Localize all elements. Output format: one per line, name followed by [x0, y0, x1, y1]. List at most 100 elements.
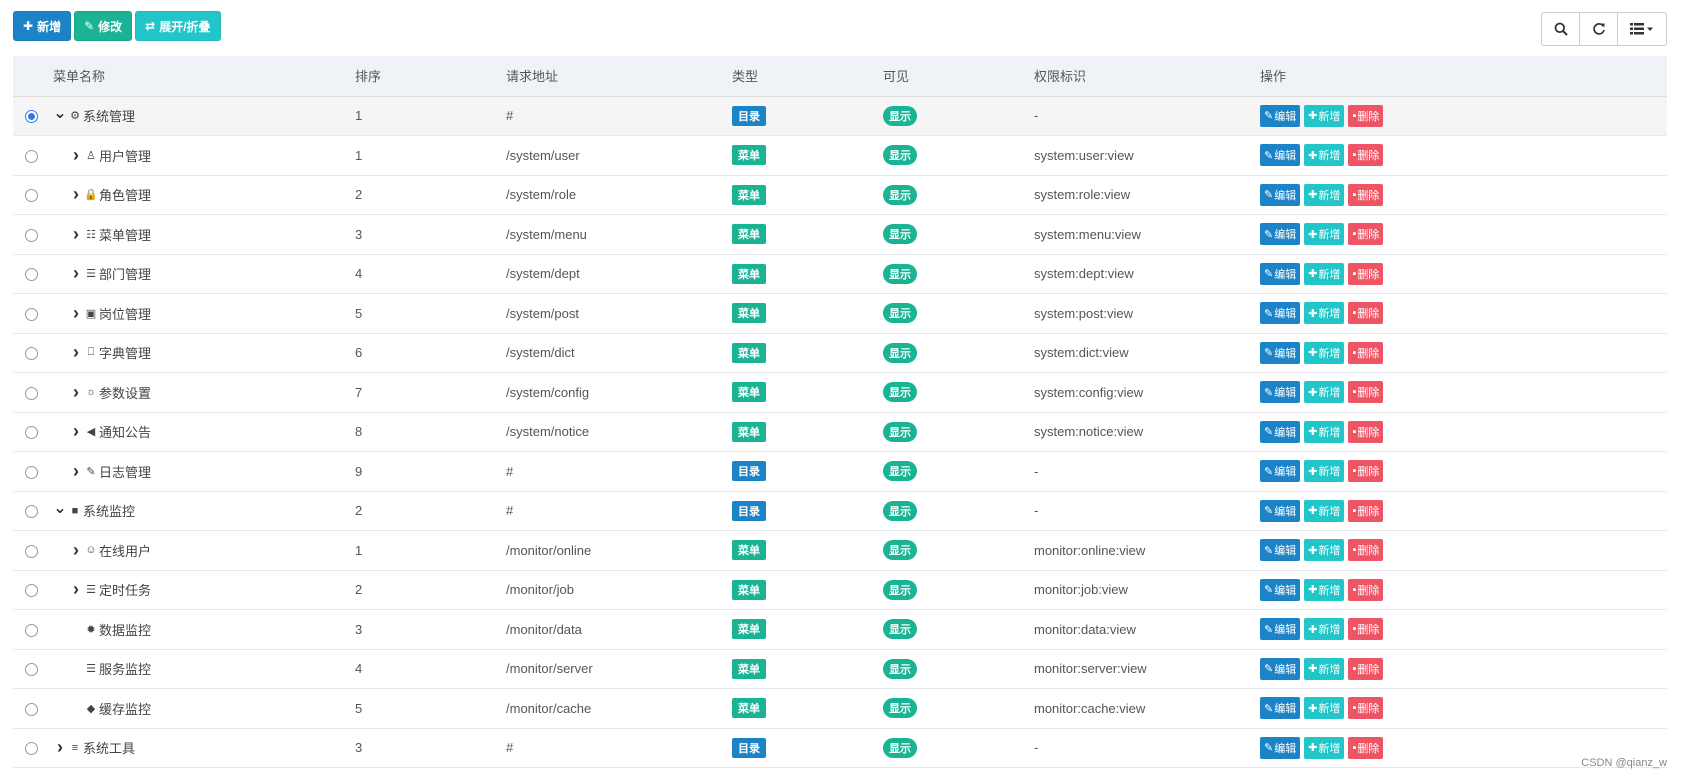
- row-add-button[interactable]: ✚ 新增: [1304, 420, 1345, 443]
- chevron-right-icon[interactable]: ›: [69, 382, 83, 403]
- row-edit-button[interactable]: ✎ 编辑: [1260, 104, 1301, 127]
- chevron-right-icon[interactable]: ›: [69, 461, 83, 482]
- row-delete-button[interactable]: ▪ 删除: [1348, 578, 1384, 601]
- row-delete-button[interactable]: ▪ 删除: [1348, 223, 1384, 246]
- table-row[interactable]: › 🔒 角色管理 2 /system/role 菜单 显示 system:rol…: [13, 175, 1667, 215]
- row-radio[interactable]: [25, 347, 38, 361]
- header-menu-name[interactable]: 菜单名称: [53, 56, 355, 97]
- refresh-button[interactable]: [1580, 13, 1618, 45]
- edit-button[interactable]: ✎ 修改: [74, 11, 133, 41]
- table-row[interactable]: › ☼ 参数设置 7 /system/config 菜单 显示 system:c…: [13, 373, 1667, 412]
- row-delete-button[interactable]: ▪ 删除: [1348, 539, 1384, 562]
- chevron-right-icon[interactable]: ›: [53, 737, 67, 758]
- row-edit-button[interactable]: ✎ 编辑: [1260, 302, 1301, 325]
- row-edit-button[interactable]: ✎ 编辑: [1260, 341, 1301, 364]
- row-radio[interactable]: [25, 702, 38, 716]
- row-edit-button[interactable]: ✎ 编辑: [1260, 657, 1301, 680]
- row-edit-button[interactable]: ✎ 编辑: [1260, 697, 1301, 720]
- row-delete-button[interactable]: ▪ 删除: [1348, 697, 1384, 720]
- table-row[interactable]: ✹ 数据监控 3 /monitor/data 菜单 显示 monitor:dat…: [13, 610, 1667, 649]
- row-radio[interactable]: [25, 505, 38, 519]
- row-radio[interactable]: [25, 663, 38, 677]
- table-row[interactable]: › ♙ 用户管理 1 /system/user 菜单 显示 system:use…: [13, 136, 1667, 175]
- row-delete-button[interactable]: ▪ 删除: [1348, 460, 1384, 483]
- row-add-button[interactable]: ✚ 新增: [1304, 697, 1345, 720]
- row-add-button[interactable]: ✚ 新增: [1304, 618, 1345, 641]
- row-add-button[interactable]: ✚ 新增: [1304, 262, 1345, 285]
- row-delete-button[interactable]: ▪ 删除: [1348, 104, 1384, 127]
- chevron-right-icon[interactable]: ›: [69, 184, 83, 205]
- header-visible[interactable]: 可见: [883, 56, 1034, 97]
- row-delete-button[interactable]: ▪ 删除: [1348, 341, 1384, 364]
- table-row[interactable]: › ◀ 通知公告 8 /system/notice 菜单 显示 system:n…: [13, 412, 1667, 452]
- row-add-button[interactable]: ✚ 新增: [1304, 657, 1345, 680]
- expand-collapse-button[interactable]: ⇄ 展开/折叠: [135, 11, 221, 41]
- row-delete-button[interactable]: ▪ 删除: [1348, 420, 1384, 443]
- row-edit-button[interactable]: ✎ 编辑: [1260, 618, 1301, 641]
- row-add-button[interactable]: ✚ 新增: [1304, 736, 1345, 759]
- row-radio[interactable]: [25, 228, 38, 242]
- chevron-down-icon[interactable]: ⌄: [53, 498, 67, 518]
- row-edit-button[interactable]: ✎ 编辑: [1260, 262, 1301, 285]
- table-row[interactable]: › ☰ 部门管理 4 /system/dept 菜单 显示 system:dep…: [13, 254, 1667, 294]
- row-delete-button[interactable]: ▪ 删除: [1348, 144, 1384, 167]
- row-add-button[interactable]: ✚ 新增: [1304, 341, 1345, 364]
- add-button[interactable]: ✚ 新增: [13, 11, 72, 41]
- table-row[interactable]: › ☷ 菜单管理 3 /system/menu 菜单 显示 system:men…: [13, 215, 1667, 254]
- row-add-button[interactable]: ✚ 新增: [1304, 499, 1345, 522]
- row-radio[interactable]: [25, 307, 38, 321]
- row-add-button[interactable]: ✚ 新增: [1304, 144, 1345, 167]
- chevron-down-icon[interactable]: ⌄: [53, 103, 67, 123]
- row-edit-button[interactable]: ✎ 编辑: [1260, 420, 1301, 443]
- row-edit-button[interactable]: ✎ 编辑: [1260, 539, 1301, 562]
- row-edit-button[interactable]: ✎ 编辑: [1260, 223, 1301, 246]
- table-row[interactable]: › ☺ 在线用户 1 /monitor/online 菜单 显示 monitor…: [13, 531, 1667, 570]
- row-delete-button[interactable]: ▪ 删除: [1348, 381, 1384, 404]
- row-edit-button[interactable]: ✎ 编辑: [1260, 144, 1301, 167]
- row-radio[interactable]: [25, 742, 38, 756]
- row-radio[interactable]: [25, 189, 38, 203]
- row-delete-button[interactable]: ▪ 删除: [1348, 736, 1384, 759]
- row-add-button[interactable]: ✚ 新增: [1304, 460, 1345, 483]
- table-row[interactable]: ☰ 服务监控 4 /monitor/server 菜单 显示 monitor:s…: [13, 649, 1667, 689]
- table-row[interactable]: › ☰ 定时任务 2 /monitor/job 菜单 显示 monitor:jo…: [13, 570, 1667, 610]
- chevron-right-icon[interactable]: ›: [69, 540, 83, 561]
- header-perm[interactable]: 权限标识: [1034, 56, 1260, 97]
- columns-button[interactable]: [1618, 13, 1666, 45]
- row-delete-button[interactable]: ▪ 删除: [1348, 657, 1384, 680]
- chevron-right-icon[interactable]: ›: [69, 579, 83, 600]
- row-radio[interactable]: [25, 426, 38, 440]
- row-add-button[interactable]: ✚ 新增: [1304, 223, 1345, 246]
- chevron-right-icon[interactable]: ›: [69, 263, 83, 284]
- header-url[interactable]: 请求地址: [506, 56, 732, 97]
- chevron-right-icon[interactable]: ›: [69, 421, 83, 442]
- chevron-right-icon[interactable]: ›: [69, 303, 83, 324]
- table-row[interactable]: ⌄ ⚙ 系统管理 1 # 目录 显示 - ✎ 编辑 ✚ 新增 ▪ 删除: [13, 96, 1667, 136]
- search-button[interactable]: [1542, 13, 1580, 45]
- row-radio[interactable]: [25, 268, 38, 282]
- row-radio[interactable]: [25, 149, 38, 163]
- row-delete-button[interactable]: ▪ 删除: [1348, 618, 1384, 641]
- row-add-button[interactable]: ✚ 新增: [1304, 302, 1345, 325]
- row-radio[interactable]: [25, 465, 38, 479]
- table-row[interactable]: › ≡ 系统工具 3 # 目录 显示 - ✎ 编辑 ✚ 新增 ▪ 删除: [13, 728, 1667, 768]
- header-order[interactable]: 排序: [355, 56, 506, 97]
- row-add-button[interactable]: ✚ 新增: [1304, 578, 1345, 601]
- row-add-button[interactable]: ✚ 新增: [1304, 104, 1345, 127]
- row-delete-button[interactable]: ▪ 删除: [1348, 302, 1384, 325]
- row-radio[interactable]: [25, 584, 38, 598]
- row-add-button[interactable]: ✚ 新增: [1304, 539, 1345, 562]
- row-delete-button[interactable]: ▪ 删除: [1348, 183, 1384, 206]
- table-row[interactable]: ◆ 缓存监控 5 /monitor/cache 菜单 显示 monitor:ca…: [13, 689, 1667, 728]
- row-add-button[interactable]: ✚ 新增: [1304, 381, 1345, 404]
- row-delete-button[interactable]: ▪ 删除: [1348, 262, 1384, 285]
- row-radio[interactable]: [25, 386, 38, 400]
- chevron-right-icon[interactable]: ›: [69, 342, 83, 363]
- table-row[interactable]: › ⎕ 字典管理 6 /system/dict 菜单 显示 system:dic…: [13, 333, 1667, 373]
- row-radio[interactable]: [25, 110, 38, 124]
- chevron-right-icon[interactable]: ›: [69, 224, 83, 245]
- row-edit-button[interactable]: ✎ 编辑: [1260, 183, 1301, 206]
- row-edit-button[interactable]: ✎ 编辑: [1260, 381, 1301, 404]
- table-row[interactable]: › ▣ 岗位管理 5 /system/post 菜单 显示 system:pos…: [13, 294, 1667, 333]
- table-row[interactable]: › ✎ 日志管理 9 # 目录 显示 - ✎ 编辑 ✚ 新增 ▪ 删除: [13, 452, 1667, 491]
